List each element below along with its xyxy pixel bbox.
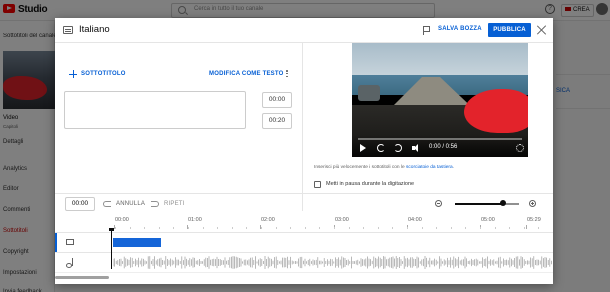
save-draft-button[interactable]: SALVA BOZZA [438, 26, 482, 32]
timeline-minor-tick [173, 227, 174, 229]
zoom-slider-fill [455, 203, 503, 205]
keyboard-shortcuts-link[interactable]: scorciatoie da tastiera [406, 165, 453, 170]
timeline-minor-tick [217, 227, 218, 229]
edit-as-text-button[interactable]: MODIFICA COME TESTO [209, 71, 283, 77]
timeline-minor-tick [392, 227, 393, 229]
close-icon[interactable] [537, 25, 547, 35]
zoom-out-icon[interactable] [435, 200, 442, 207]
timeline-minor-tick [290, 227, 291, 229]
current-time-field[interactable]: 00:00 [65, 197, 95, 211]
timeline-minor-tick [130, 227, 131, 229]
timeline-tick [526, 225, 527, 229]
timeline-tick-label: 05:00 [481, 217, 495, 223]
timeline-minor-tick [188, 227, 189, 229]
pause-while-typing-checkbox[interactable] [314, 181, 321, 188]
timeline-minor-tick [261, 227, 262, 229]
timeline-minor-tick [495, 227, 496, 229]
timeline-minor-tick [378, 227, 379, 229]
timeline-minor-tick [334, 227, 335, 229]
undo-icon[interactable] [103, 201, 111, 207]
timeline-minor-tick [407, 227, 408, 229]
timeline-tick-label: 05:29 [527, 217, 541, 223]
timeline-tick-label: 04:00 [408, 217, 422, 223]
pause-while-typing-label: Metti in pausa durante la digitazione [326, 181, 415, 187]
timeline-minor-tick [480, 227, 481, 229]
timeline: 00:00 01:00 02:00 03:00 04:00 05:00 05:29 [55, 215, 553, 284]
dialog-header: Italiano SALVA BOZZA PUBBLICA [55, 18, 553, 43]
subtitle-clip[interactable] [113, 238, 161, 247]
gear-icon[interactable] [516, 144, 524, 152]
timeline-minor-tick [159, 227, 160, 229]
plus-icon[interactable] [69, 70, 77, 78]
subtitle-track[interactable] [55, 232, 553, 252]
dialog-title: Italiano [79, 24, 110, 35]
subtitle-editor-dialog: Italiano SALVA BOZZA PUBBLICA SOTTOTITOL… [55, 18, 553, 284]
player-time: 0:00 / 0:56 [429, 144, 458, 150]
timeline-minor-tick [232, 227, 233, 229]
redo-icon[interactable] [151, 201, 159, 207]
end-time-field[interactable]: 00:20 [262, 113, 292, 129]
timeline-minor-tick [305, 227, 306, 229]
undo-button[interactable]: ANNULLA [116, 201, 145, 207]
redo-button[interactable]: RIPETI [164, 201, 185, 207]
rewind-icon[interactable] [377, 144, 385, 152]
forward-icon[interactable] [394, 144, 402, 152]
shortcut-hint: Inserisci più velocemente i sottotitoli … [314, 165, 455, 170]
timeline-tick-label: 02:00 [261, 217, 275, 223]
audio-waveform [113, 256, 552, 269]
timeline-scrollbar[interactable] [55, 272, 553, 284]
more-options-icon[interactable] [285, 70, 289, 79]
volume-icon[interactable] [412, 144, 420, 152]
timeline-tick-label: 00:00 [115, 217, 129, 223]
timeline-minor-tick [115, 227, 116, 229]
feedback-flag-icon[interactable] [423, 26, 430, 35]
timeline-toolbar: 00:00 ANNULLA RIPETI [55, 193, 553, 215]
timeline-minor-tick [203, 227, 204, 229]
timeline-minor-tick [538, 227, 539, 229]
audio-track[interactable] [55, 252, 553, 271]
zoom-in-icon[interactable] [529, 200, 536, 207]
subtitle-editor-pane: SOTTOTITOLO MODIFICA COME TESTO 00:00 00… [55, 43, 303, 211]
publish-button[interactable]: PUBBLICA [488, 23, 531, 37]
add-subtitle-button[interactable]: SOTTOTITOLO [81, 71, 126, 77]
active-track-indicator [55, 233, 57, 252]
zoom-slider[interactable] [455, 203, 519, 205]
scrollbar-thumb[interactable] [55, 276, 109, 279]
play-icon[interactable] [360, 144, 366, 152]
timeline-minor-tick [509, 227, 510, 229]
timeline-tick-label: 01:00 [188, 217, 202, 223]
subtitles-icon [66, 239, 74, 245]
video-player[interactable]: 0:00 / 0:56 [352, 43, 528, 157]
timeline-minor-tick [349, 227, 350, 229]
video-preview-pane: 0:00 / 0:56 Inserisci più velocemente i … [304, 43, 553, 211]
timeline-tick-label: 03:00 [335, 217, 349, 223]
subtitle-text-field[interactable] [64, 91, 246, 129]
timeline-minor-tick [319, 227, 320, 229]
timeline-minor-tick [524, 227, 525, 229]
progress-bar[interactable] [358, 138, 522, 140]
timeline-minor-tick [465, 227, 466, 229]
zoom-slider-thumb[interactable] [500, 199, 506, 206]
start-time-field[interactable]: 00:00 [262, 92, 292, 108]
timeline-minor-tick [363, 227, 364, 229]
timeline-minor-tick [436, 227, 437, 229]
timeline-minor-tick [422, 227, 423, 229]
music-note-icon [66, 258, 73, 268]
timeline-minor-tick [144, 227, 145, 229]
timeline-minor-tick [246, 227, 247, 229]
subtitles-icon [63, 26, 73, 34]
playhead[interactable] [109, 228, 114, 269]
timeline-minor-tick [451, 227, 452, 229]
timeline-minor-tick [276, 227, 277, 229]
